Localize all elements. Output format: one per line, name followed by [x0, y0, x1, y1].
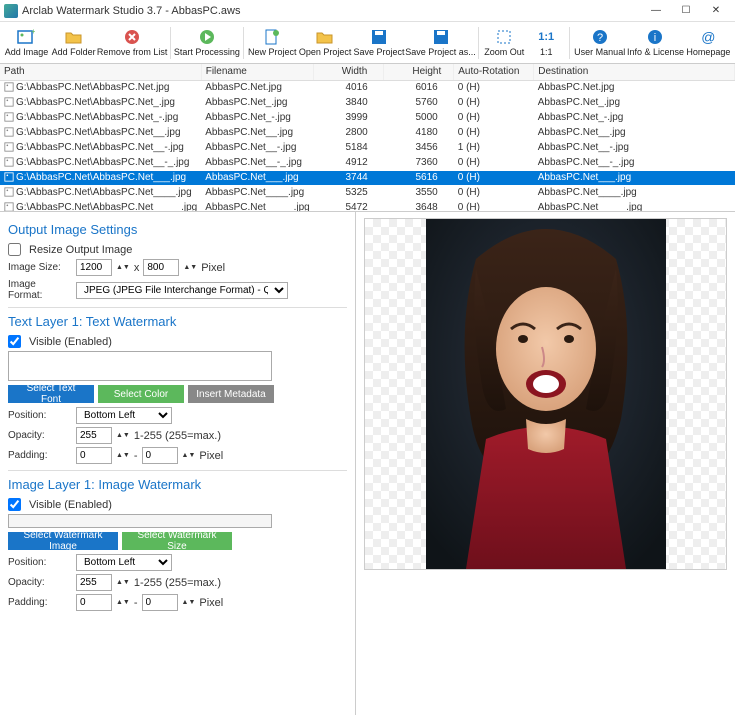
save-icon	[370, 28, 388, 46]
image-pad-b-input[interactable]	[142, 594, 178, 611]
play-icon	[198, 28, 216, 46]
text-layer-title: Text Layer 1: Text Watermark	[8, 314, 347, 329]
open-project-button[interactable]: Open Project	[299, 26, 352, 59]
new-project-button[interactable]: New Project	[248, 26, 297, 59]
col-auto[interactable]: Auto-Rotation	[454, 64, 534, 80]
app-icon	[4, 4, 18, 18]
one-to-one-button[interactable]: 1:11:1	[527, 26, 565, 59]
table-row[interactable]: G:\AbbasPC.Net\AbbasPC.Net_____.jpgAbbas…	[0, 200, 735, 212]
resize-label: Resize Output Image	[29, 244, 132, 256]
image-visible-checkbox[interactable]	[8, 498, 21, 511]
window-title: Arclab Watermark Studio 3.7 - AbbasPC.aw…	[22, 5, 641, 17]
width-input[interactable]	[76, 259, 112, 276]
file-table[interactable]: Path Filename Width Height Auto-Rotation…	[0, 64, 735, 212]
home-icon: @	[699, 28, 717, 46]
col-path[interactable]: Path	[0, 64, 201, 80]
user-manual-button[interactable]: ?User Manual	[574, 26, 625, 59]
close-button[interactable]: ✕	[701, 1, 731, 21]
preview-image	[426, 219, 666, 569]
watermark-text-input[interactable]	[8, 351, 272, 381]
format-label: Image Format:	[8, 279, 72, 301]
output-section-title: Output Image Settings	[8, 222, 347, 237]
help-icon: ?	[591, 28, 609, 46]
format-select[interactable]: JPEG (JPEG File Interchange Format) - Qu…	[76, 282, 288, 299]
select-color-button[interactable]: Select Color	[98, 385, 184, 403]
image-pad-a-input[interactable]	[76, 594, 112, 611]
add-image-button[interactable]: +Add Image	[4, 26, 49, 59]
col-dest[interactable]: Destination	[534, 64, 735, 80]
homepage-button[interactable]: @Homepage	[686, 26, 731, 59]
info-button[interactable]: iInfo & License	[627, 26, 683, 59]
table-row[interactable]: G:\AbbasPC.Net\AbbasPC.Net__-_.jpgAbbasP…	[0, 155, 735, 170]
image-plus-icon: +	[17, 28, 35, 46]
save-project-button[interactable]: Save Project	[353, 26, 404, 59]
remove-icon	[123, 28, 141, 46]
table-row[interactable]: G:\AbbasPC.Net\AbbasPC.Net___.jpgAbbasPC…	[0, 170, 735, 185]
table-row[interactable]: G:\AbbasPC.Net\AbbasPC.Net_.jpgAbbasPC.N…	[0, 95, 735, 110]
folder-plus-icon	[65, 28, 83, 46]
image-position-select[interactable]: Bottom Left	[76, 554, 172, 571]
select-watermark-image-button[interactable]: Select Watermark Image	[8, 532, 118, 550]
table-row[interactable]: G:\AbbasPC.Net\AbbasPC.Net_-.jpgAbbasPC.…	[0, 110, 735, 125]
ratio-icon: 1:1	[537, 28, 555, 46]
folder-open-icon	[316, 28, 334, 46]
svg-text:?: ?	[597, 32, 603, 44]
svg-text:+: +	[31, 28, 35, 36]
resize-checkbox[interactable]	[8, 243, 21, 256]
info-icon: i	[646, 28, 664, 46]
image-size-label: Image Size:	[8, 262, 72, 273]
file-new-icon	[263, 28, 281, 46]
col-height[interactable]: Height	[384, 64, 454, 80]
start-processing-button[interactable]: Start Processing	[175, 26, 239, 59]
image-opacity-input[interactable]	[76, 574, 112, 591]
height-input[interactable]	[143, 259, 179, 276]
text-position-select[interactable]: Bottom Left	[76, 407, 172, 424]
table-row[interactable]: G:\AbbasPC.Net\AbbasPC.Net____.jpgAbbasP…	[0, 185, 735, 200]
image-layer-title: Image Layer 1: Image Watermark	[8, 477, 347, 492]
text-opacity-input[interactable]	[76, 427, 112, 444]
svg-text:i: i	[654, 32, 656, 44]
select-font-button[interactable]: Select Text Font	[8, 385, 94, 403]
preview-canvas	[364, 218, 727, 570]
select-watermark-size-button[interactable]: Select Watermark Size	[122, 532, 232, 550]
save-as-icon	[432, 28, 450, 46]
table-row[interactable]: G:\AbbasPC.Net\AbbasPC.Net__.jpgAbbasPC.…	[0, 125, 735, 140]
watermark-image-path	[8, 514, 272, 528]
table-row[interactable]: G:\AbbasPC.Net\AbbasPC.Net__-.jpgAbbasPC…	[0, 140, 735, 155]
zoom-out-button[interactable]: Zoom Out	[483, 26, 525, 59]
insert-metadata-button[interactable]: Insert Metadata	[188, 385, 274, 403]
remove-button[interactable]: Remove from List	[98, 26, 166, 59]
text-pad-b-input[interactable]	[142, 447, 178, 464]
col-filename[interactable]: Filename	[201, 64, 314, 80]
save-as-button[interactable]: Save Project as...	[407, 26, 475, 59]
maximize-button[interactable]: ☐	[671, 1, 701, 21]
minimize-button[interactable]: —	[641, 1, 671, 21]
table-row[interactable]: G:\AbbasPC.Net\AbbasPC.Net.jpgAbbasPC.Ne…	[0, 80, 735, 95]
text-pad-a-input[interactable]	[76, 447, 112, 464]
add-folder-button[interactable]: Add Folder	[51, 26, 96, 59]
zoom-out-icon	[495, 28, 513, 46]
col-width[interactable]: Width	[314, 64, 384, 80]
text-visible-checkbox[interactable]	[8, 335, 21, 348]
